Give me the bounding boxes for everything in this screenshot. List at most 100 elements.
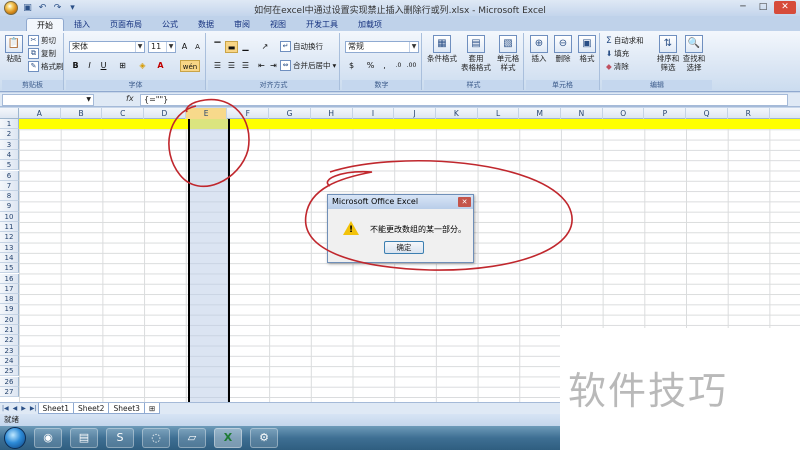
tab-developer[interactable]: 开发工具 bbox=[296, 18, 348, 31]
select-all-corner[interactable] bbox=[0, 108, 19, 119]
tab-add-ins[interactable]: 加载项 bbox=[348, 18, 392, 31]
first-sheet-icon[interactable]: |◀ bbox=[0, 405, 11, 412]
row-header[interactable]: 25 bbox=[0, 366, 19, 377]
column-header[interactable]: D bbox=[144, 108, 186, 119]
taskbar-tool-icon[interactable]: ⚙ bbox=[250, 428, 278, 448]
taskbar-excel-icon[interactable]: X bbox=[214, 428, 242, 448]
column-header[interactable]: H bbox=[311, 108, 353, 119]
row-header[interactable]: 18 bbox=[0, 294, 19, 305]
name-box[interactable]: ▼ bbox=[2, 94, 94, 106]
column-header[interactable]: C bbox=[102, 108, 145, 119]
column-header[interactable]: N bbox=[561, 108, 603, 119]
taskbar-wechat-icon[interactable]: ◌ bbox=[142, 428, 170, 448]
column-header[interactable]: L bbox=[478, 108, 520, 119]
taskbar-sogou-icon[interactable]: S bbox=[106, 428, 134, 448]
tab-insert[interactable]: 插入 bbox=[64, 18, 100, 31]
align-top-button[interactable]: ▔ bbox=[211, 41, 224, 53]
row-header[interactable]: 13 bbox=[0, 242, 19, 253]
row-header[interactable]: 27 bbox=[0, 386, 19, 398]
row-header[interactable]: 8 bbox=[0, 191, 19, 202]
cut-button[interactable]: ✂ 剪切 bbox=[28, 35, 56, 46]
column-e-selection[interactable] bbox=[188, 119, 230, 402]
taskbar-explorer-icon[interactable]: ▤ bbox=[70, 428, 98, 448]
delete-cells-button[interactable]: ⊖ 删除 bbox=[552, 35, 574, 63]
column-header[interactable]: O bbox=[603, 108, 645, 119]
increase-indent-button[interactable]: ⇥ bbox=[267, 60, 280, 72]
increase-decimal-button[interactable]: .0 bbox=[392, 60, 405, 72]
copy-button[interactable]: ⧉ 复制 bbox=[28, 48, 56, 59]
align-middle-button[interactable]: ▬ bbox=[225, 41, 238, 53]
align-center-button[interactable]: ☰ bbox=[225, 60, 238, 72]
format-painter-button[interactable]: ✎ 格式刷 bbox=[28, 61, 64, 72]
fill-button[interactable]: ⬇ 填充 bbox=[606, 48, 629, 59]
formula-input[interactable]: {=""} bbox=[140, 94, 788, 106]
column-header[interactable]: E bbox=[185, 108, 228, 119]
row-header[interactable]: 10 bbox=[0, 211, 19, 222]
row-header[interactable]: 21 bbox=[0, 325, 19, 336]
prev-sheet-icon[interactable]: ◀ bbox=[11, 405, 20, 412]
taskbar-media-player-icon[interactable]: ◉ bbox=[34, 428, 62, 448]
taskbar-notes-icon[interactable]: ▱ bbox=[178, 428, 206, 448]
minimize-button[interactable]: ─ bbox=[734, 1, 752, 14]
font-color-button[interactable]: A bbox=[154, 60, 167, 72]
orientation-button[interactable]: ↗ bbox=[255, 41, 275, 53]
bold-button[interactable]: B bbox=[69, 60, 82, 72]
number-format-select[interactable]: 常规 ▼ bbox=[345, 41, 419, 53]
conditional-format-button[interactable]: ▦ 条件格式 bbox=[426, 35, 458, 63]
row-header[interactable]: 24 bbox=[0, 355, 19, 367]
find-select-button[interactable]: 🔍 查找和 选择 bbox=[682, 35, 706, 72]
ok-button[interactable]: 确定 bbox=[384, 241, 424, 254]
italic-button[interactable]: I bbox=[83, 60, 96, 72]
merge-center-button[interactable]: ⇔ 合并后居中 ▾ bbox=[280, 60, 336, 71]
row-header[interactable]: 12 bbox=[0, 232, 19, 243]
align-bottom-button[interactable]: ▁ bbox=[239, 41, 252, 53]
align-left-button[interactable]: ☰ bbox=[211, 60, 224, 72]
tab-view[interactable]: 视图 bbox=[260, 18, 296, 31]
insert-sheet-icon[interactable]: ⊞ bbox=[143, 403, 161, 414]
row-header[interactable]: 3 bbox=[0, 139, 19, 150]
row-header[interactable]: 22 bbox=[0, 335, 19, 346]
row-header[interactable]: 5 bbox=[0, 160, 19, 171]
column-header[interactable]: B bbox=[61, 108, 103, 119]
autosum-button[interactable]: Σ 自动求和 bbox=[606, 35, 644, 46]
row-header[interactable]: 4 bbox=[0, 149, 19, 161]
shrink-font-button[interactable]: A bbox=[191, 41, 204, 53]
row-header[interactable]: 19 bbox=[0, 304, 19, 315]
column-header[interactable]: R bbox=[728, 108, 770, 119]
row-header[interactable]: 16 bbox=[0, 273, 19, 284]
row-header[interactable]: 11 bbox=[0, 222, 19, 233]
row-header[interactable]: 6 bbox=[0, 170, 19, 181]
sheet-tab-2[interactable]: Sheet2 bbox=[73, 403, 110, 414]
tab-formulas[interactable]: 公式 bbox=[152, 18, 188, 31]
format-as-table-button[interactable]: ▤ 套用 表格格式 bbox=[460, 35, 492, 72]
row-header[interactable]: 20 bbox=[0, 314, 19, 325]
grow-font-button[interactable]: A bbox=[178, 41, 191, 53]
row-header[interactable]: 17 bbox=[0, 283, 19, 295]
font-size-select[interactable]: 11 ▼ bbox=[148, 41, 176, 53]
comma-button[interactable]: , bbox=[378, 60, 391, 72]
column-header[interactable]: M bbox=[519, 108, 562, 119]
wrap-text-button[interactable]: ↵ 自动换行 bbox=[280, 41, 323, 52]
row-header[interactable]: 14 bbox=[0, 252, 19, 264]
font-name-select[interactable]: 宋体 ▼ bbox=[69, 41, 145, 53]
sort-filter-button[interactable]: ⇅ 排序和 筛选 bbox=[656, 35, 680, 72]
column-header[interactable]: P bbox=[645, 108, 687, 119]
fx-icon[interactable]: fx bbox=[126, 94, 134, 103]
row-header[interactable]: 23 bbox=[0, 345, 19, 356]
row-header[interactable]: 2 bbox=[0, 129, 19, 140]
close-button[interactable]: ✕ bbox=[774, 1, 796, 14]
tab-home[interactable]: 开始 bbox=[26, 18, 64, 31]
column-header[interactable]: J bbox=[394, 108, 436, 119]
tab-review[interactable]: 审阅 bbox=[224, 18, 260, 31]
column-header[interactable]: Q bbox=[686, 108, 728, 119]
insert-cells-button[interactable]: ⊕ 插入 bbox=[528, 35, 550, 63]
row-header[interactable]: 1 bbox=[0, 119, 19, 130]
underline-button[interactable]: U bbox=[97, 60, 110, 72]
column-header[interactable]: I bbox=[353, 108, 395, 119]
decrease-decimal-button[interactable]: .00 bbox=[405, 60, 418, 72]
sheet-tab-3[interactable]: Sheet3 bbox=[108, 403, 145, 414]
sheet-tab-1[interactable]: Sheet1 bbox=[37, 403, 74, 414]
align-right-button[interactable]: ☰ bbox=[239, 60, 252, 72]
tab-page-layout[interactable]: 页面布局 bbox=[100, 18, 152, 31]
tab-data[interactable]: 数据 bbox=[188, 18, 224, 31]
